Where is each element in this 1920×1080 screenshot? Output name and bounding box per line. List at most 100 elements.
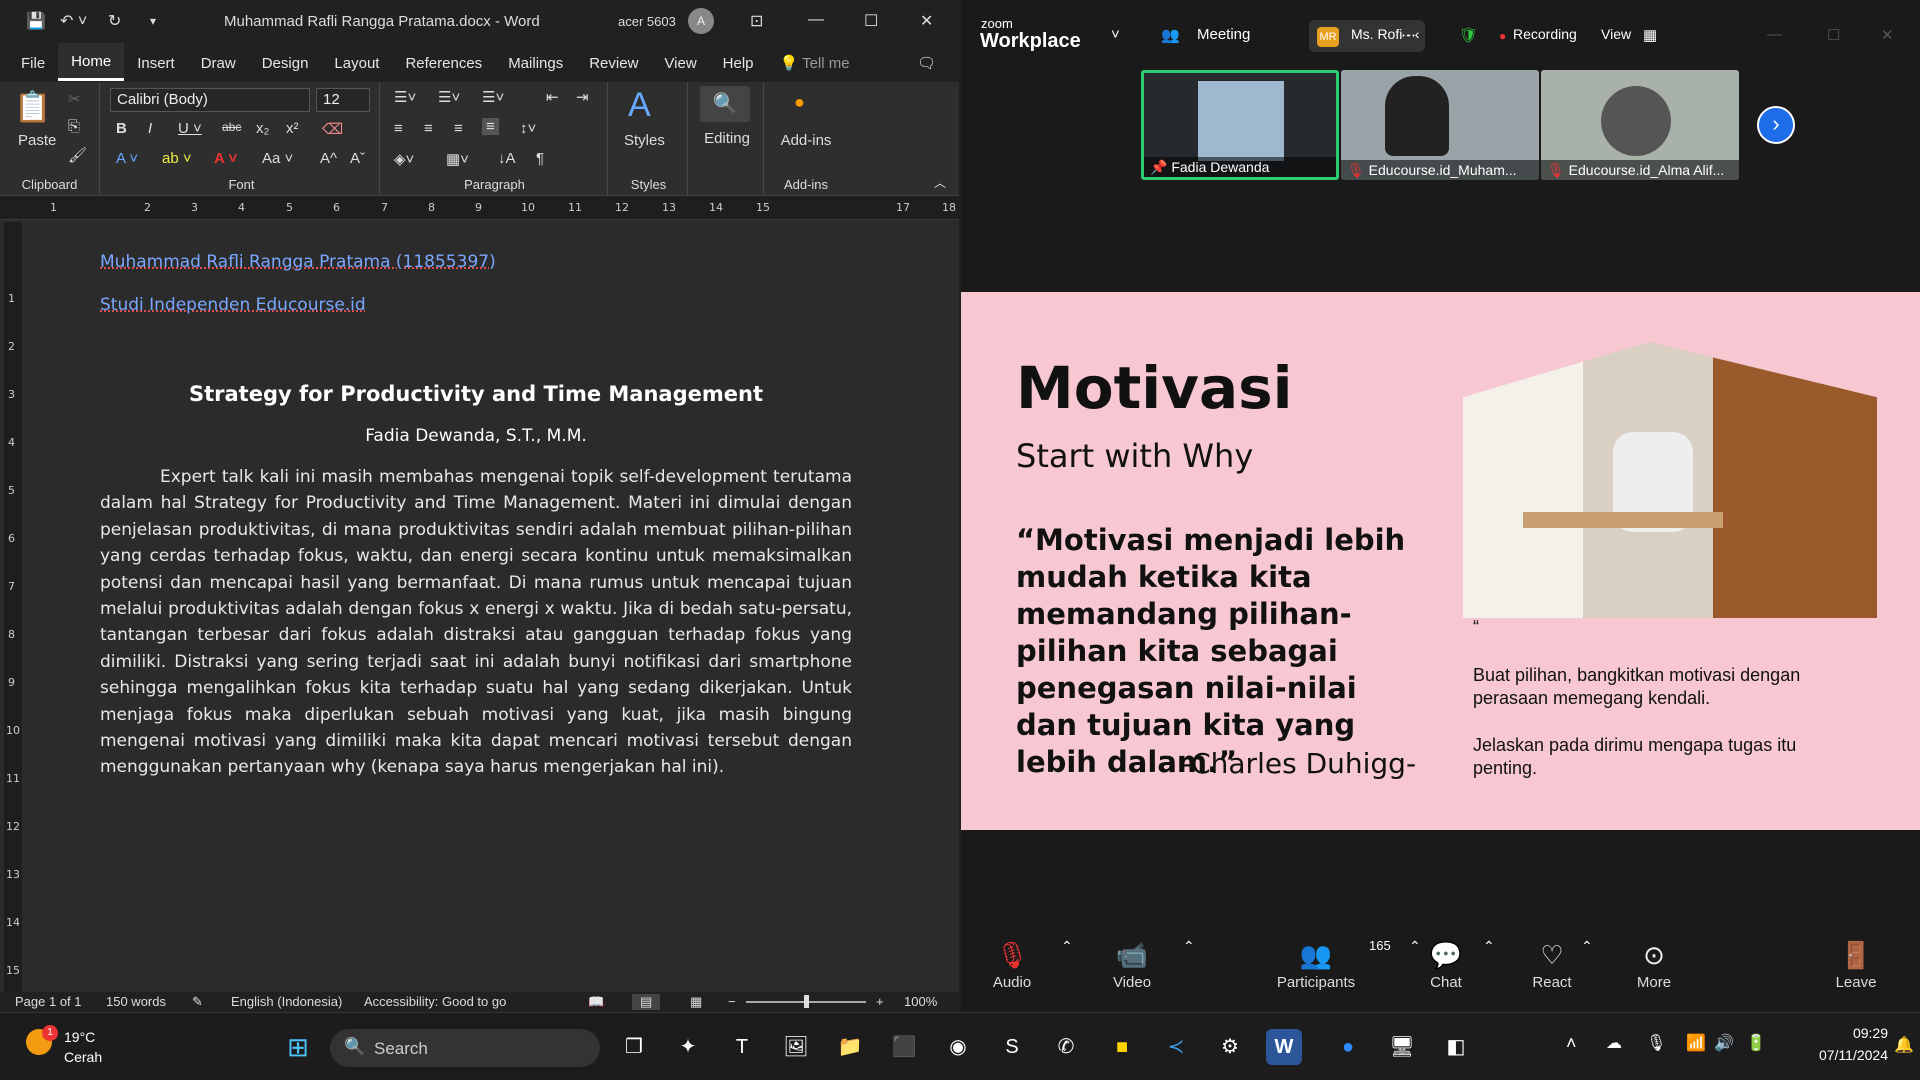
whatsapp-icon[interactable]: ✆	[1048, 1029, 1084, 1065]
weather-condition[interactable]: Cerah	[64, 1049, 102, 1065]
weather-temp[interactable]: 19°C	[64, 1029, 95, 1045]
print-layout-icon[interactable]: ▤	[632, 994, 661, 1010]
zoom-in-icon[interactable]: +	[876, 994, 884, 1009]
recording-status[interactable]: Recording	[1513, 26, 1577, 42]
user-avatar[interactable]: A	[688, 8, 714, 34]
shrink-font-icon[interactable]: Aˇ	[350, 150, 365, 167]
sort-icon[interactable]: ↓A	[498, 150, 516, 167]
tab-references[interactable]: References	[392, 45, 495, 80]
line-spacing-icon[interactable]: ↕˅	[520, 120, 536, 137]
notifications-bell-icon[interactable]: 🔔	[1894, 1035, 1914, 1055]
editing-button[interactable]: Editing	[692, 130, 762, 147]
tray-overflow-icon[interactable]: ˄	[1566, 1033, 1577, 1054]
clock-time[interactable]: 09:29	[1804, 1025, 1888, 1041]
proofing-icon[interactable]: ✎	[192, 994, 203, 1010]
tab-design[interactable]: Design	[249, 45, 322, 80]
shading-icon[interactable]: ◈˅	[394, 150, 414, 168]
italic-icon[interactable]: I	[148, 120, 152, 137]
shield-icon[interactable]: 🛡	[1459, 26, 1478, 44]
font-color-icon[interactable]: A ˅	[214, 150, 237, 167]
terminal-icon[interactable]: ⬛	[886, 1029, 922, 1065]
addins-button[interactable]: Add-ins	[766, 132, 846, 149]
participant-tile[interactable]: 🎙 Educourse.id_Muham...	[1341, 70, 1539, 180]
tell-me-search[interactable]: 💡 Tell me	[767, 44, 863, 80]
ribbon-display-icon[interactable]: ⊡	[750, 11, 763, 31]
teams-icon[interactable]: T	[724, 1029, 760, 1065]
tab-layout[interactable]: Layout	[321, 45, 392, 80]
collapse-ribbon-icon[interactable]: ︿	[934, 174, 946, 191]
react-options-icon[interactable]: ⌃	[1581, 938, 1593, 955]
change-case-icon[interactable]: Aa ˅	[262, 150, 293, 167]
photos-icon[interactable]: 🖼	[778, 1029, 814, 1065]
zoom-maximize-icon[interactable]: ☐	[1827, 26, 1840, 44]
more-button[interactable]: ⊙ More	[1609, 936, 1699, 991]
increase-indent-icon[interactable]: ⇥	[576, 88, 589, 106]
paste-button[interactable]: Paste	[18, 132, 56, 149]
zoom-level[interactable]: 100%	[904, 994, 937, 1009]
meeting-menu[interactable]: Meeting	[1197, 26, 1250, 43]
show-marks-icon[interactable]: ¶	[536, 150, 544, 167]
participant-tile[interactable]: 📌 Fadia Dewanda	[1141, 70, 1339, 180]
audio-button[interactable]: 🎙 Audio	[967, 936, 1057, 991]
tab-draw[interactable]: Draw	[188, 45, 249, 80]
participant-tile[interactable]: 🎙 Educourse.id_Alma Alif...	[1541, 70, 1739, 180]
zoom-close-icon[interactable]: ✕	[1881, 26, 1894, 44]
tab-file[interactable]: File	[8, 45, 58, 80]
numbering-icon[interactable]: ☰˅	[438, 88, 460, 106]
justify-icon[interactable]: ≡	[482, 118, 499, 135]
close-icon[interactable]: ✕	[920, 11, 933, 31]
chrome-icon[interactable]: ◉	[940, 1029, 976, 1065]
copilot-icon[interactable]: ✦	[670, 1029, 706, 1065]
multilevel-list-icon[interactable]: ☰˅	[482, 88, 504, 106]
word-count[interactable]: 150 words	[106, 994, 166, 1009]
zoom-icon[interactable]: ●	[1330, 1029, 1366, 1065]
document-page[interactable]: Muhammad Rafli Rangga Pratama (11855397)…	[24, 220, 959, 992]
leave-button[interactable]: 🚪 Leave	[1811, 936, 1901, 991]
copy-icon[interactable]: ⎘	[68, 118, 80, 135]
strikethrough-icon[interactable]: abc	[222, 120, 241, 134]
align-left-icon[interactable]: ≡	[394, 120, 403, 137]
search-box[interactable]: 🔍 Search	[330, 1029, 600, 1067]
grow-font-icon[interactable]: A^	[320, 150, 337, 167]
remote-desktop-icon[interactable]: 🖥	[1384, 1029, 1420, 1065]
borders-icon[interactable]: ▦˅	[446, 150, 469, 168]
underline-icon[interactable]: U ˅	[178, 120, 202, 137]
view-menu[interactable]: View	[1601, 26, 1631, 42]
text-effects-icon[interactable]: A ˅	[116, 150, 138, 167]
wifi-icon[interactable]: 📶	[1686, 1033, 1706, 1053]
bold-icon[interactable]: B	[116, 120, 127, 137]
align-right-icon[interactable]: ≡	[454, 120, 463, 137]
customize-qat-icon[interactable]: ▾	[150, 14, 156, 28]
task-view-icon[interactable]: ❐	[616, 1029, 652, 1065]
video-options-icon[interactable]: ⌃	[1183, 938, 1195, 955]
meeting-icon[interactable]: 👥	[1161, 26, 1180, 44]
maximize-icon[interactable]: ☐	[864, 11, 878, 31]
start-icon[interactable]: ⊞	[280, 1029, 316, 1065]
word-icon[interactable]: W	[1266, 1029, 1302, 1065]
styles-icon[interactable]: A	[628, 86, 651, 125]
redo-icon[interactable]: ↻	[108, 11, 121, 31]
font-size-select[interactable]: 12	[316, 88, 370, 112]
store-icon[interactable]: ◧	[1438, 1029, 1474, 1065]
tab-insert[interactable]: Insert	[124, 45, 188, 80]
accessibility-status[interactable]: Accessibility: Good to go	[364, 994, 506, 1009]
minimize-icon[interactable]: —	[808, 11, 824, 29]
next-page-icon[interactable]: ›	[1757, 106, 1795, 144]
volume-icon[interactable]: 🔊	[1714, 1033, 1734, 1053]
chevron-down-icon[interactable]: ˅	[1111, 26, 1120, 43]
tab-view[interactable]: View	[651, 45, 709, 80]
zoom-slider-thumb[interactable]	[804, 995, 809, 1008]
app-icon[interactable]: ⚙	[1212, 1029, 1248, 1065]
zoom-minimize-icon[interactable]: —	[1767, 26, 1782, 43]
web-layout-icon[interactable]: ▦	[690, 994, 702, 1010]
participants-button[interactable]: 👥 Participants	[1261, 936, 1371, 991]
read-mode-icon[interactable]: 📖	[588, 994, 604, 1010]
language[interactable]: English (Indonesia)	[231, 994, 342, 1009]
cut-icon[interactable]: ✂	[68, 90, 81, 108]
file-explorer-icon[interactable]: 📁	[832, 1029, 868, 1065]
bullets-icon[interactable]: ☰˅	[394, 88, 416, 106]
microphone-icon[interactable]: 🎙	[1646, 1033, 1666, 1053]
comments-icon[interactable]: 🗨	[904, 44, 949, 80]
save-icon[interactable]: 💾	[26, 11, 46, 31]
zoom-out-icon[interactable]: −	[728, 994, 736, 1009]
